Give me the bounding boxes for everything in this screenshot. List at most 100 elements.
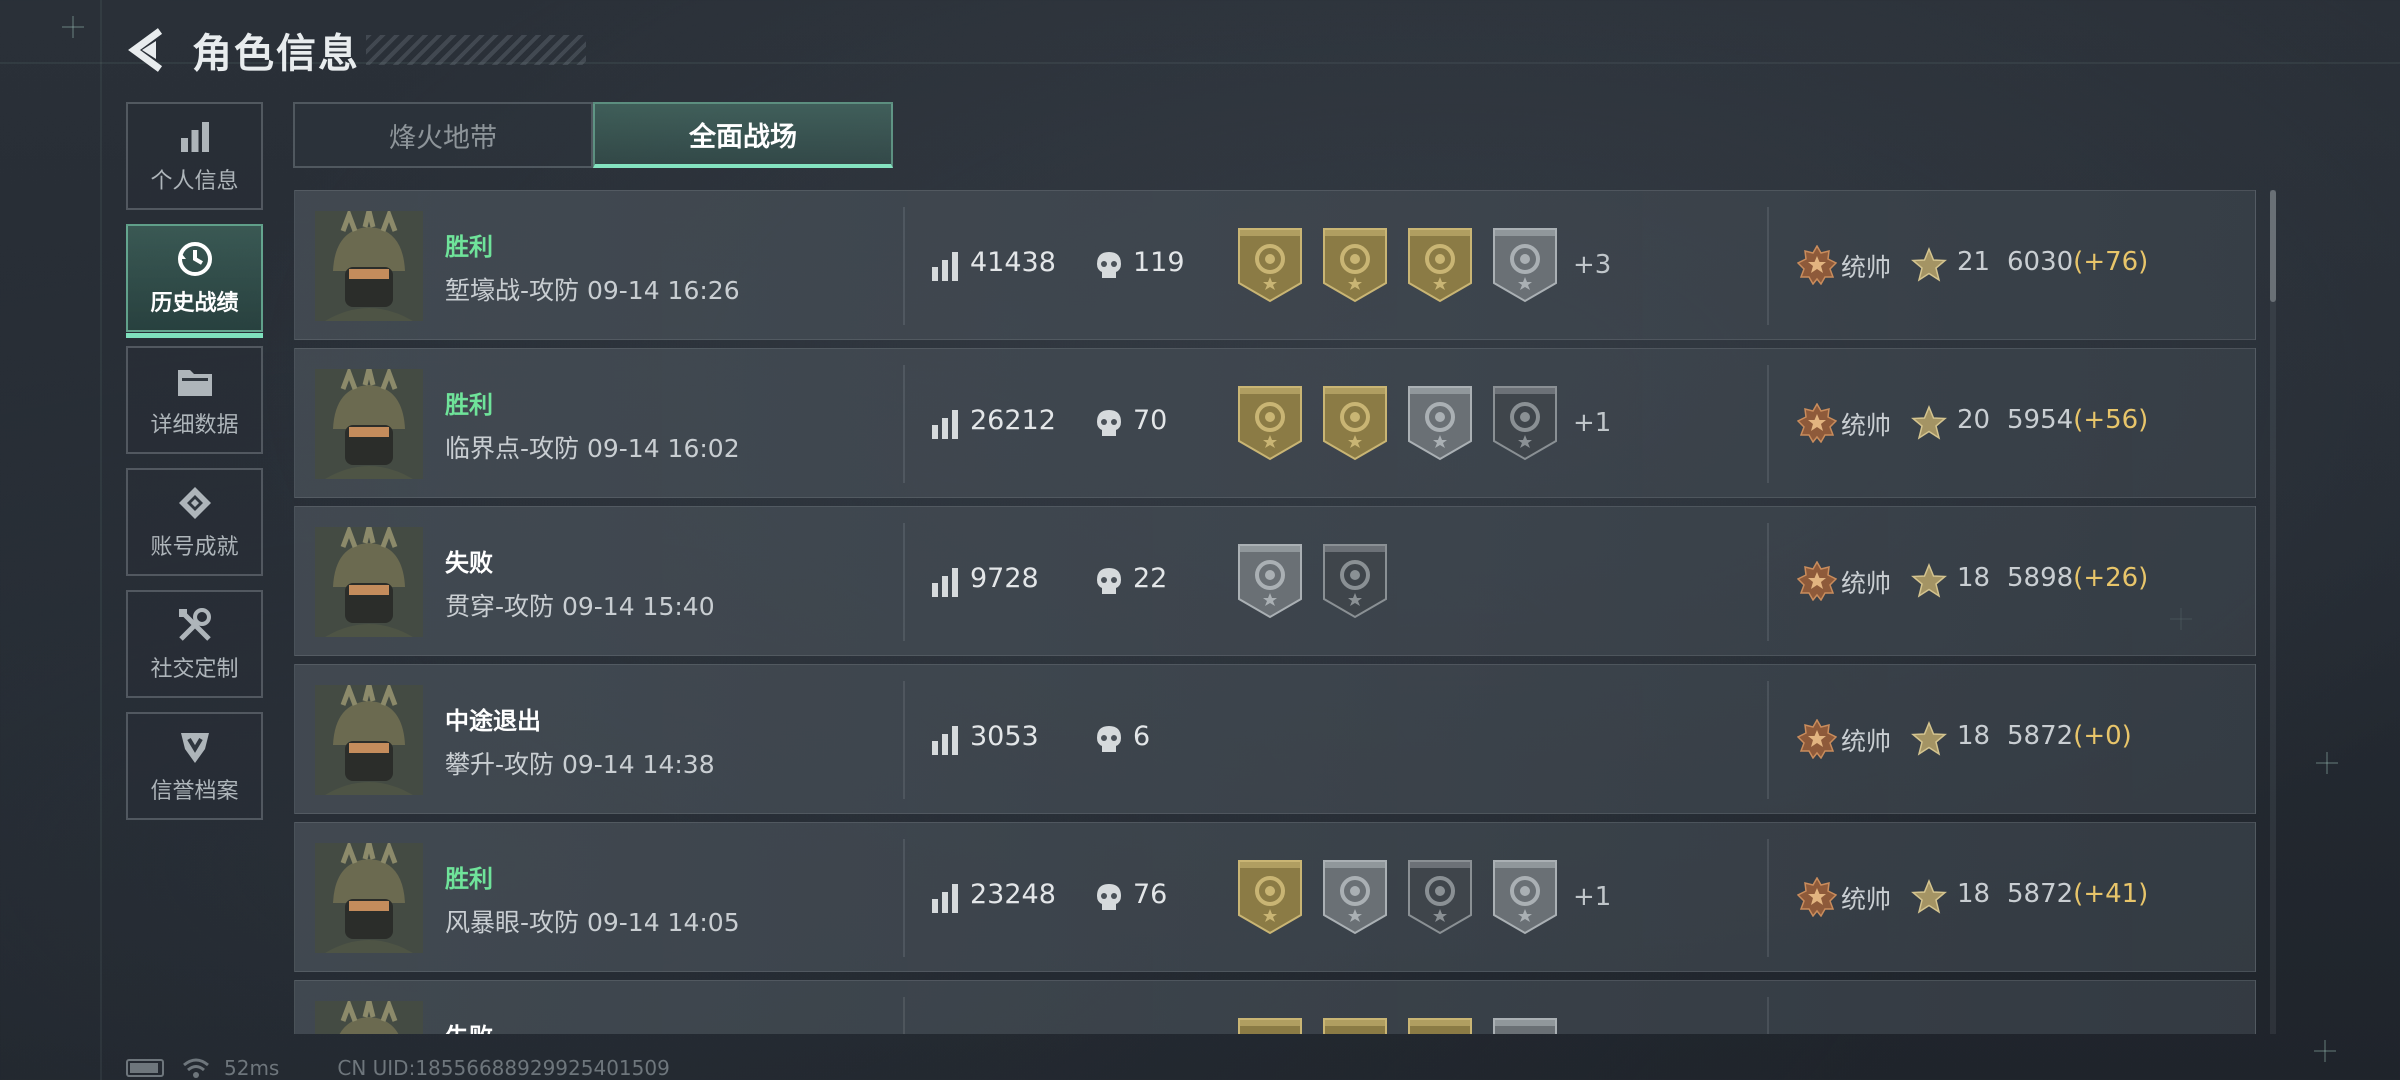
bg-crosshair-mark	[2314, 1040, 2336, 1062]
medal-badge-icon[interactable]	[1237, 859, 1303, 935]
rank-emblem-icon	[1797, 561, 1837, 601]
medal-badge-icon[interactable]	[1237, 385, 1303, 461]
match-score: 26212	[970, 405, 1056, 436]
rank-points: 5954(+56)	[2007, 405, 2148, 435]
back-arrow-icon[interactable]	[124, 25, 168, 75]
scrollbar-thumb[interactable]	[2270, 190, 2276, 302]
skull-kills-icon	[1097, 252, 1121, 278]
skull-kills-icon	[1097, 884, 1121, 910]
star-level-icon	[1911, 879, 1947, 914]
more-medals-count[interactable]: +1	[1573, 408, 1611, 438]
medal-badge-icon[interactable]	[1322, 385, 1388, 461]
match-record-row[interactable]: 胜利 临界点-攻防 09-14 16:02 26212 70 +1 统帅 20 5954(+5…	[294, 348, 2256, 498]
match-score: 23248	[970, 879, 1056, 910]
medal-list: +1	[1237, 385, 1611, 461]
rank-points: 5872(+0)	[2007, 721, 2132, 751]
kill-count: 70	[1133, 405, 1168, 436]
match-result: 中途退出	[445, 707, 541, 735]
rank-title: 统帅	[1841, 885, 1892, 914]
sidebar-item-label: 历史战绩	[150, 291, 239, 316]
row-divider	[1767, 523, 1769, 641]
tab-all-out-war[interactable]: 全面战场	[593, 102, 893, 168]
kill-count: 22	[1133, 563, 1168, 594]
star-level-icon	[1911, 405, 1947, 440]
map-mode-time: 临界点-攻防 09-14 16:02	[445, 434, 740, 463]
medal-list: +1	[1237, 859, 1611, 935]
medal-badge-icon[interactable]	[1322, 859, 1388, 935]
match-result: 失败	[445, 549, 493, 577]
sidebar-item-achievements[interactable]: 账号成就	[126, 468, 263, 576]
medal-badge-icon[interactable]	[1407, 859, 1473, 935]
medal-list	[1237, 543, 1403, 619]
medal-list	[1237, 1017, 1573, 1034]
rank-points: 5898(+26)	[2007, 563, 2148, 593]
points-delta: (+0)	[2073, 721, 2132, 751]
match-score: 3053	[970, 721, 1039, 752]
medal-badge-icon[interactable]	[1407, 227, 1473, 303]
medal-badge-icon[interactable]	[1237, 1017, 1303, 1034]
more-medals-count[interactable]: +3	[1573, 250, 1611, 280]
match-record-row[interactable]: 中途退出 攀升-攻防 09-14 14:38 3053 6 统帅 18 5872(+0)	[294, 664, 2256, 814]
avatar	[315, 527, 423, 637]
sidebar-item-credit-record[interactable]: 信誉档案	[126, 712, 263, 820]
sidebar-item-social-custom[interactable]: 社交定制	[126, 590, 263, 698]
rank-level: 21	[1957, 247, 1991, 277]
scrollbar[interactable]	[2270, 190, 2276, 1034]
medal-badge-icon[interactable]	[1492, 227, 1558, 303]
match-result: 胜利	[445, 233, 493, 261]
medal-badge-icon[interactable]	[1322, 227, 1388, 303]
medal-badge-icon[interactable]	[1492, 385, 1558, 461]
match-record-row[interactable]: 失败 贯穿-攻防 09-14 15:40 9728 22 统帅 18 5898(+26)	[294, 506, 2256, 656]
sidebar-item-label: 个人信息	[150, 169, 239, 194]
sidebar-item-label: 账号成就	[150, 535, 239, 560]
more-medals-count[interactable]: +1	[1573, 882, 1611, 912]
medal-badge-icon[interactable]	[1322, 1017, 1388, 1034]
score-bar-icon	[932, 726, 958, 755]
sidebar-item-detailed-data[interactable]: 详细数据	[126, 346, 263, 454]
sidebar-nav: 个人信息 历史战绩 详细数据 账号成就 社交定制 信誉档案	[126, 102, 263, 834]
match-score: 9728	[970, 563, 1039, 594]
medal-badge-icon[interactable]	[1407, 1017, 1473, 1034]
match-result: 胜利	[445, 391, 493, 419]
row-divider	[903, 365, 905, 483]
page-header: 角色信息	[124, 22, 586, 78]
medal-badge-icon[interactable]	[1322, 543, 1388, 619]
medal-badge-icon[interactable]	[1237, 543, 1303, 619]
rank-points: 6030(+76)	[2007, 247, 2148, 277]
row-divider	[1767, 997, 1769, 1034]
rank-emblem-icon	[1797, 403, 1837, 443]
avatar	[315, 843, 423, 953]
sidebar-item-personal-info[interactable]: 个人信息	[126, 102, 263, 210]
skull-kills-icon	[1097, 410, 1121, 436]
medal-badge-icon[interactable]	[1492, 859, 1558, 935]
medal-badge-icon[interactable]	[1492, 1017, 1558, 1034]
sidebar-item-match-history[interactable]: 历史战绩	[126, 224, 263, 338]
tab-warzone[interactable]: 烽火地带	[293, 102, 593, 168]
bg-crosshair-mark	[2316, 752, 2338, 774]
medal-list: +3	[1237, 227, 1611, 303]
medal-badge-icon[interactable]	[1237, 227, 1303, 303]
bg-crosshair-mark	[62, 16, 84, 38]
rank-level: 20	[1957, 405, 1991, 435]
map-mode-time: 攀升-攻防 09-14 14:38	[445, 750, 715, 779]
match-record-row[interactable]: 失败	[294, 980, 2256, 1034]
match-record-row[interactable]: 胜利 风暴眼-攻防 09-14 14:05 23248 76 +1 统帅 18 5872(+4…	[294, 822, 2256, 972]
wifi-icon	[183, 1058, 209, 1078]
match-record-row[interactable]: 胜利 堑壕战-攻防 09-14 16:26 41438 119 +3 统帅 21 6030(+…	[294, 190, 2256, 340]
row-divider	[903, 839, 905, 957]
sidebar-item-label: 信誉档案	[150, 779, 239, 804]
match-history-list[interactable]: 胜利 堑壕战-攻防 09-14 16:26 41438 119 +3 统帅 21 6030(+…	[294, 190, 2256, 1034]
row-divider	[903, 207, 905, 325]
score-bar-icon	[932, 884, 958, 913]
bar-chart-icon	[175, 117, 215, 157]
points-delta: (+56)	[2073, 405, 2149, 435]
map-mode-time: 堑壕战-攻防 09-14 16:26	[445, 276, 740, 305]
battery-icon	[126, 1059, 164, 1077]
star-level-icon	[1911, 721, 1947, 756]
row-divider	[903, 997, 905, 1034]
kill-count: 6	[1133, 721, 1151, 752]
medal-badge-icon[interactable]	[1407, 385, 1473, 461]
score-bar-icon	[932, 568, 958, 597]
rank-emblem-icon	[1797, 877, 1837, 917]
kill-count: 119	[1133, 247, 1185, 278]
